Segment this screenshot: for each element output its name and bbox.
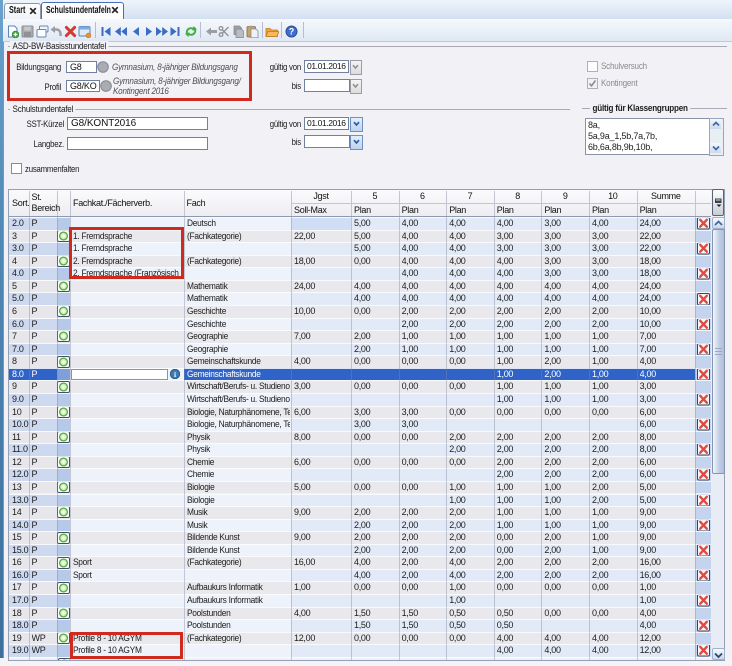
svg-text:i: i xyxy=(174,370,176,379)
svg-text:?: ? xyxy=(288,26,294,36)
